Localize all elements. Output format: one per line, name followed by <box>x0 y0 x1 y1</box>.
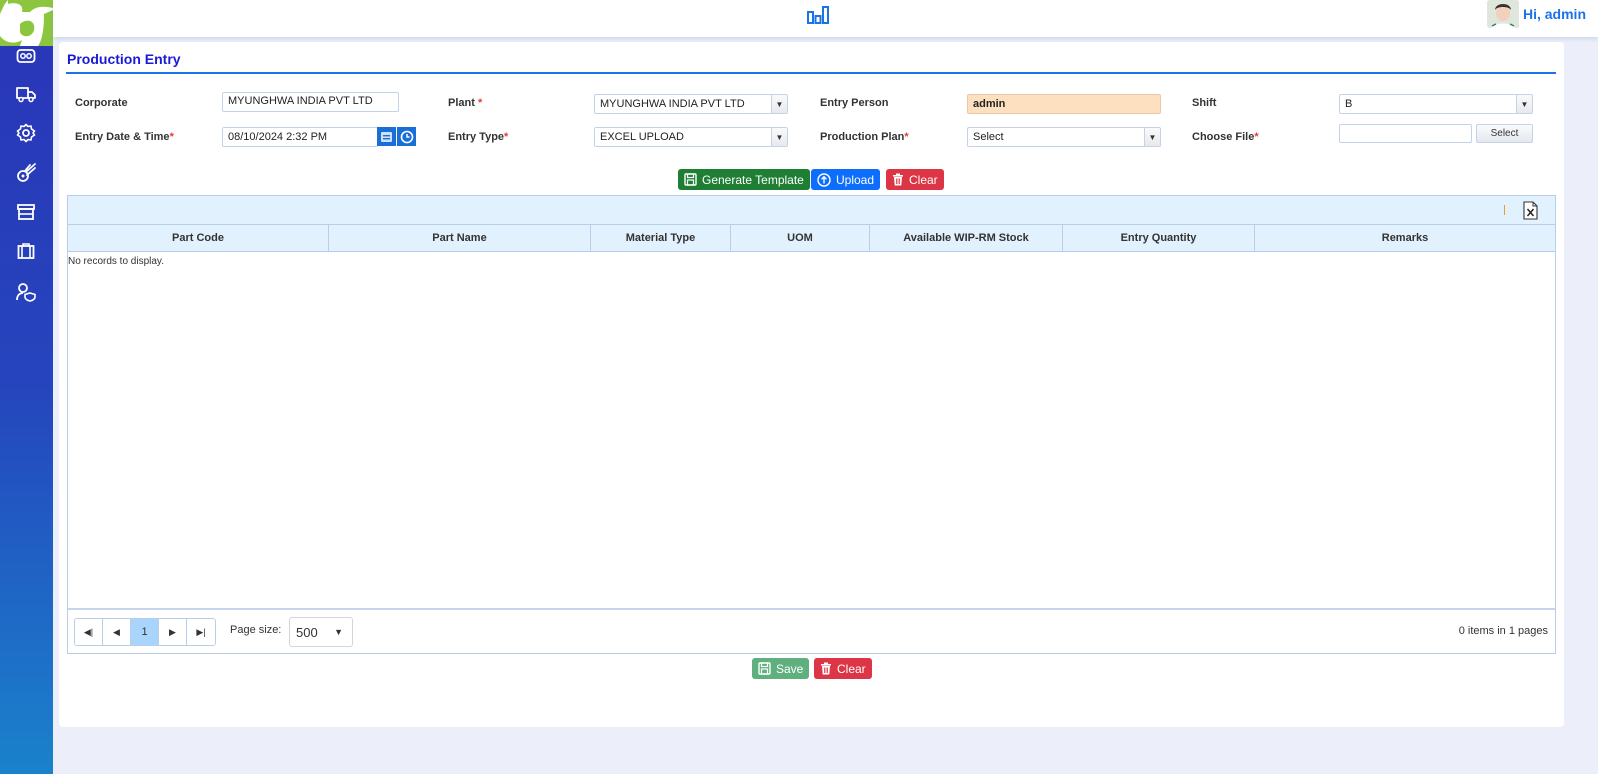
vr-headset-icon[interactable] <box>14 44 38 68</box>
entry-type-value: EXCEL UPLOAD <box>600 131 684 143</box>
entry-datetime-label: Entry Date & Time* <box>75 131 174 143</box>
plant-dropdown[interactable]: MYUNGHWA INDIA PVT LTD ▼ <box>594 94 788 114</box>
clock-icon <box>400 130 413 143</box>
page-size-dropdown[interactable]: 500 ▼ <box>289 617 353 647</box>
chevron-down-icon[interactable]: ▼ <box>1516 95 1532 113</box>
column-header-remarks[interactable]: Remarks <box>1255 225 1555 251</box>
entry-person-label: Entry Person <box>820 97 889 109</box>
grid-toolbar <box>68 196 1555 225</box>
plant-label: Plant * <box>448 97 483 109</box>
calendar-button[interactable] <box>377 127 396 146</box>
column-header-material-type[interactable]: Material Type <box>591 225 731 251</box>
shift-label: Shift <box>1192 97 1217 109</box>
avatar <box>1486 0 1519 28</box>
production-plan-value: Select <box>973 131 1004 143</box>
shift-dropdown[interactable]: B ▼ <box>1339 94 1533 114</box>
save-button[interactable]: Save <box>752 658 810 679</box>
footer-clear-button[interactable]: Clear <box>814 658 872 679</box>
chevron-down-icon[interactable]: ▼ <box>1144 128 1160 146</box>
clear-button[interactable]: Clear <box>886 169 944 190</box>
user-shield-icon[interactable] <box>14 280 38 304</box>
column-header-available-stock[interactable]: Available WIP-RM Stock <box>870 225 1063 251</box>
user-menu[interactable]: Hi, admin <box>1486 0 1586 28</box>
page-size-label: Page size: <box>230 624 282 636</box>
production-grid: Part Code Part Name Material Type UOM Av… <box>67 195 1556 654</box>
production-plan-label: Production Plan* <box>820 131 909 143</box>
chevron-down-icon[interactable]: ▼ <box>771 95 787 113</box>
first-page-button[interactable]: ◀| <box>75 619 103 645</box>
next-page-button[interactable]: ▶ <box>159 619 187 645</box>
save-icon <box>684 173 697 186</box>
trash-icon <box>893 173 903 186</box>
page-size-value: 500 <box>296 625 318 640</box>
user-greeting[interactable]: Hi, admin <box>1523 6 1586 22</box>
production-plan-dropdown[interactable]: Select ▼ <box>967 127 1161 147</box>
entry-datetime-field[interactable]: 08/10/2024 2:32 PM <box>222 127 378 147</box>
column-header-uom[interactable]: UOM <box>731 225 870 251</box>
archive-icon[interactable] <box>14 200 38 224</box>
shift-value: B <box>1345 98 1353 110</box>
truck-icon[interactable] <box>14 82 38 106</box>
pager-info: 0 items in 1 pages <box>1458 625 1548 637</box>
toolbar-separator <box>1504 205 1505 215</box>
sidebar <box>0 0 53 774</box>
save-icon <box>758 662 771 675</box>
grid-header: Part Code Part Name Material Type UOM Av… <box>68 225 1555 252</box>
upload-button[interactable]: Upload <box>811 169 881 190</box>
entry-type-dropdown[interactable]: EXCEL UPLOAD ▼ <box>594 127 788 147</box>
trash-icon <box>821 662 831 675</box>
comet-icon[interactable] <box>14 161 38 185</box>
select-file-button[interactable]: Select <box>1476 124 1533 143</box>
grid-pager: ◀| ◀ 1 ▶ ▶| Page size: 500 ▼ 0 items in … <box>68 608 1555 653</box>
app-logo[interactable] <box>0 0 53 46</box>
briefcase-icon[interactable] <box>14 239 38 263</box>
production-entry-card: Production Entry Corporate MYUNGHWA INDI… <box>59 42 1564 727</box>
column-header-part-name[interactable]: Part Name <box>329 225 591 251</box>
entry-type-label: Entry Type* <box>448 131 509 143</box>
chevron-down-icon: ▼ <box>334 627 343 637</box>
title-divider <box>66 72 1556 74</box>
calendar-icon <box>381 132 392 142</box>
last-page-button[interactable]: ▶| <box>187 619 215 645</box>
entry-person-field[interactable]: admin <box>967 94 1161 114</box>
column-header-entry-quantity[interactable]: Entry Quantity <box>1063 225 1255 251</box>
top-bar: Hi, admin <box>53 0 1598 37</box>
corporate-field[interactable]: MYUNGHWA INDIA PVT LTD <box>222 92 399 112</box>
clock-button[interactable] <box>397 127 416 146</box>
file-name-field[interactable] <box>1339 124 1472 143</box>
corporate-label: Corporate <box>75 97 128 109</box>
pagination-controls: ◀| ◀ 1 ▶ ▶| <box>74 618 216 646</box>
generate-template-button[interactable]: Generate Template <box>678 169 810 190</box>
excel-export-icon[interactable] <box>1523 201 1538 225</box>
prev-page-button[interactable]: ◀ <box>103 619 131 645</box>
plant-value: MYUNGHWA INDIA PVT LTD <box>600 98 745 110</box>
upload-icon <box>817 172 831 187</box>
empty-grid-message: No records to display. <box>68 256 164 267</box>
chevron-down-icon[interactable]: ▼ <box>771 128 787 146</box>
page-title: Production Entry <box>67 51 181 67</box>
dashboard-chart-icon[interactable] <box>806 5 830 30</box>
gear-icon[interactable] <box>14 121 38 145</box>
choose-file-label: Choose File* <box>1192 131 1259 143</box>
page-number-button[interactable]: 1 <box>131 619 159 645</box>
column-header-part-code[interactable]: Part Code <box>68 225 329 251</box>
